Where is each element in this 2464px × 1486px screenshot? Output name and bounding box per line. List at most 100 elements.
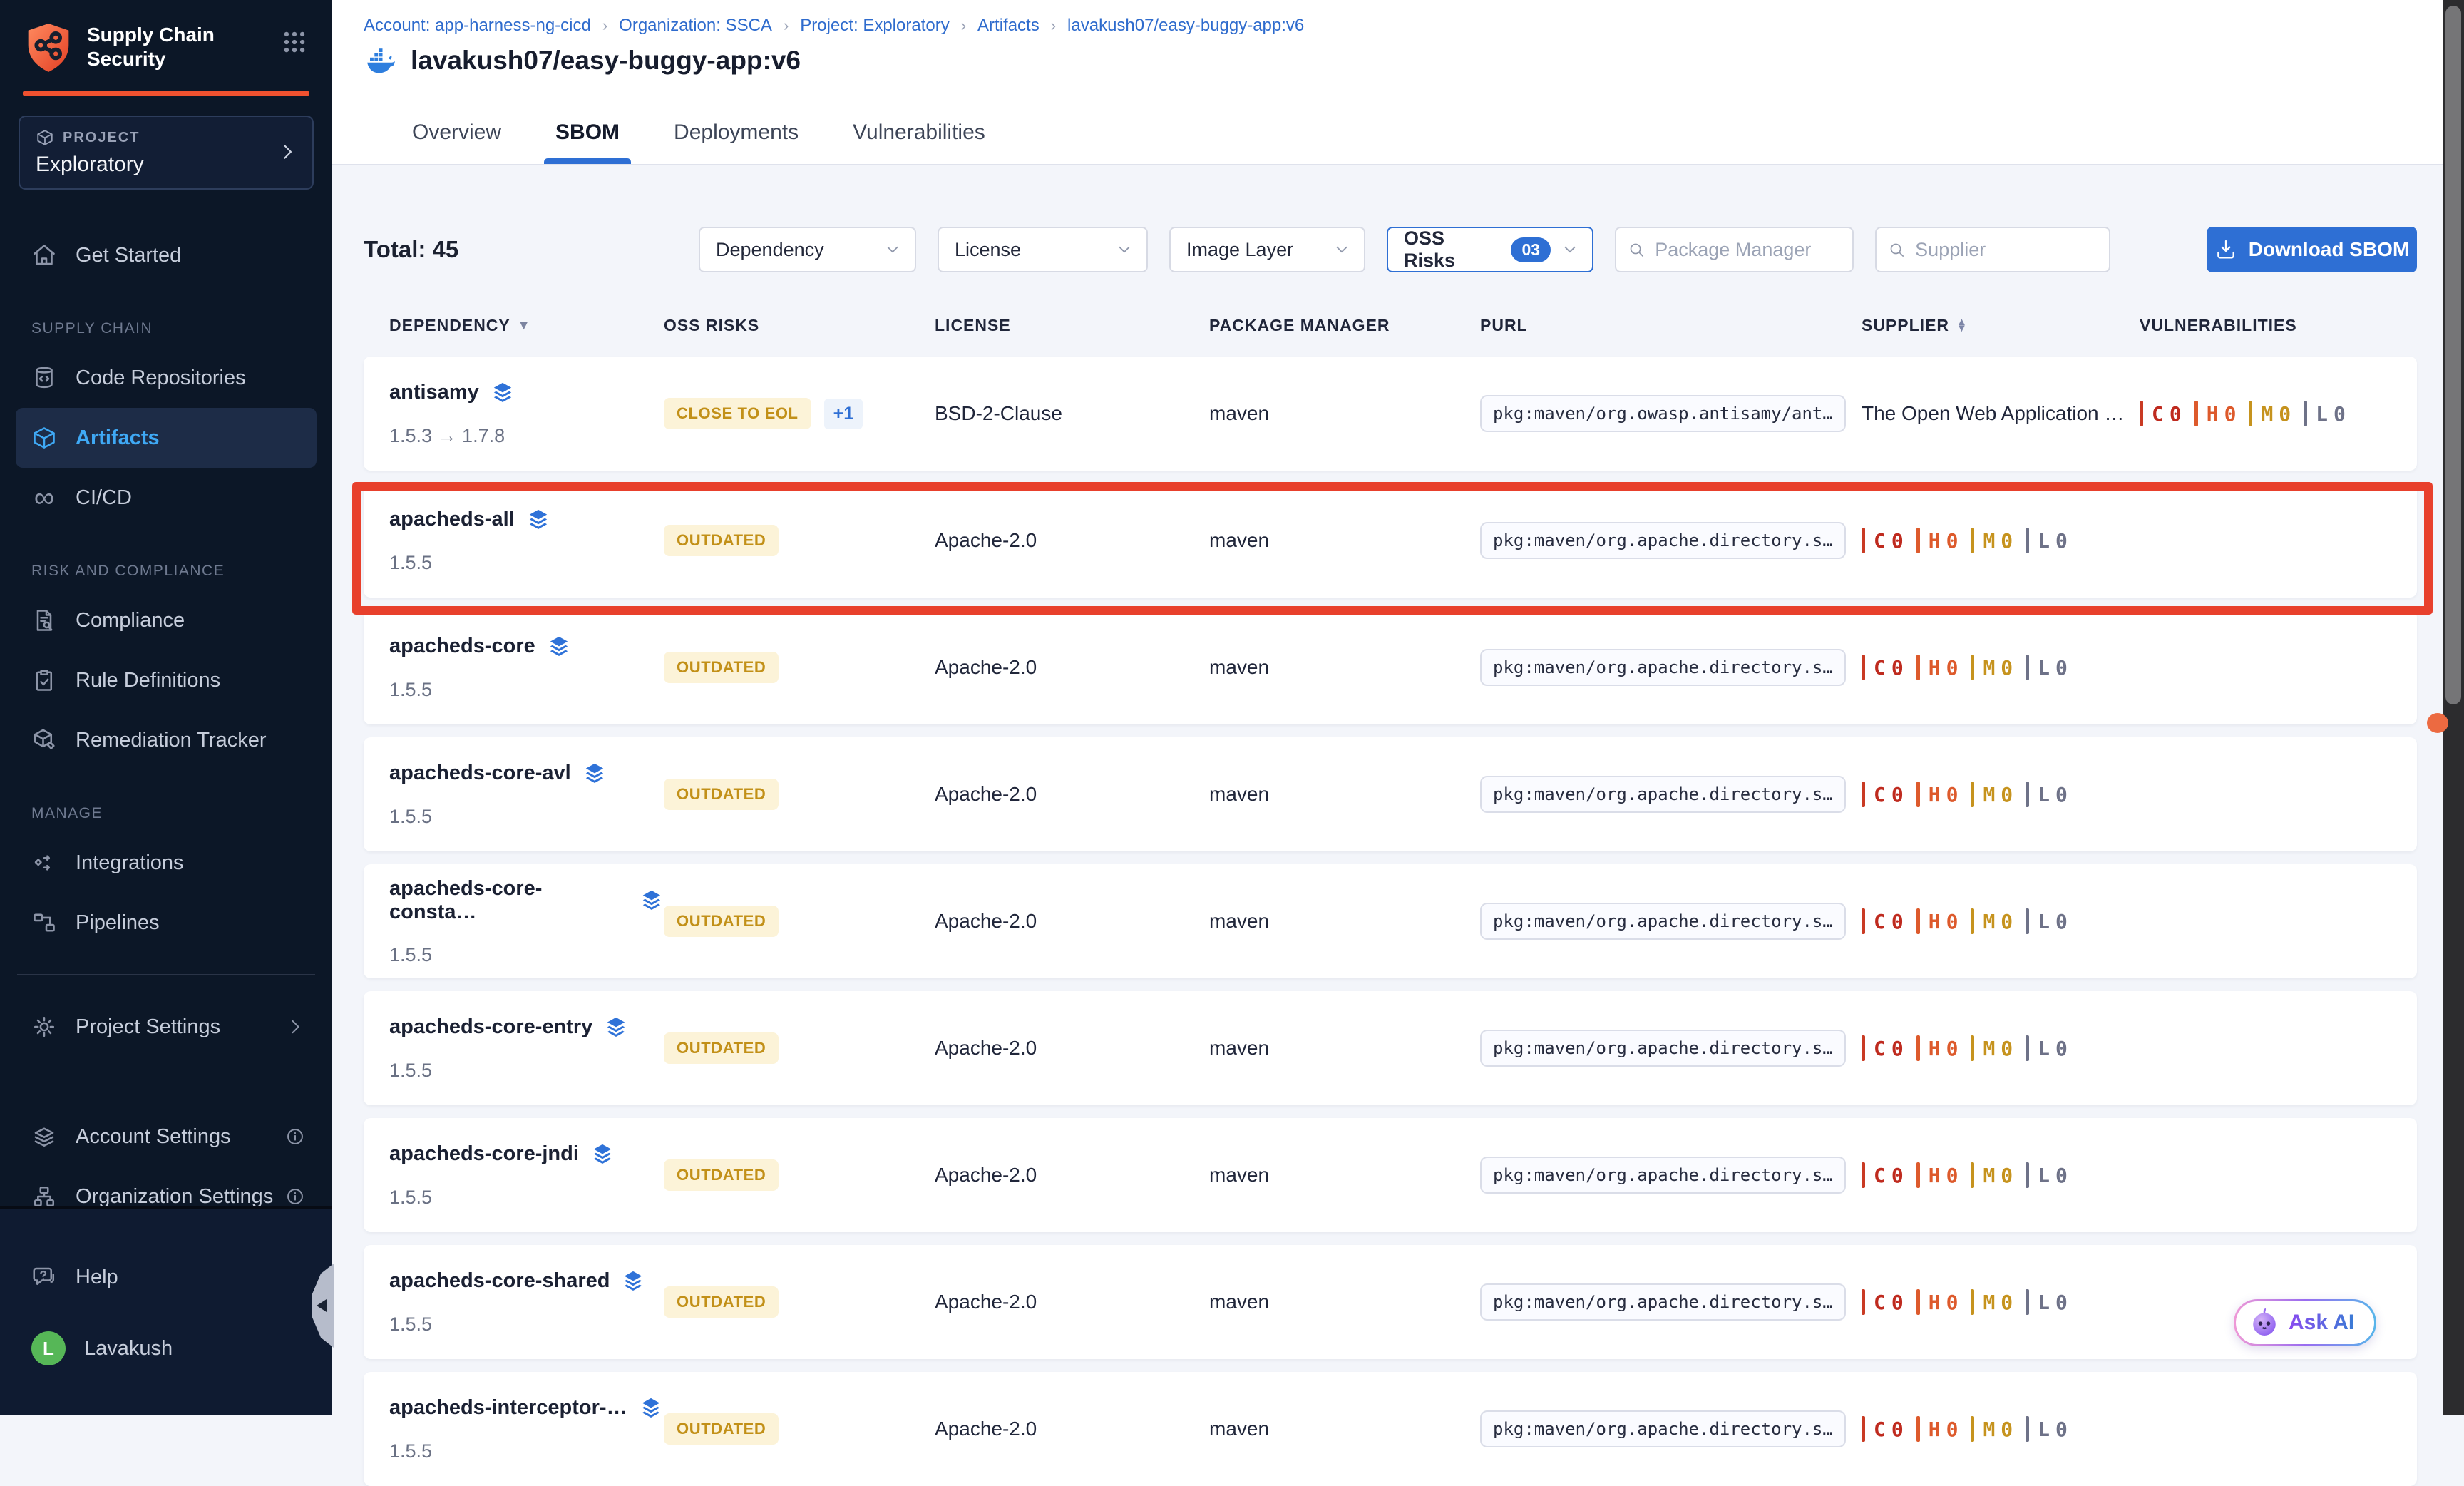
column-header-dependency[interactable]: DEPENDENCY▼: [389, 316, 664, 335]
user-name: Lavakush: [84, 1337, 173, 1361]
supplier-search-input[interactable]: [1914, 238, 2098, 262]
vulnerability-counts[interactable]: C0 H0 M0 L0: [1862, 1289, 2140, 1315]
tab-bar: Overview SBOM Deployments Vulnerabilitie…: [332, 101, 2464, 165]
pipelines-icon: [31, 910, 57, 936]
vulnerability-counts[interactable]: C0 H0 M0 L0: [2140, 401, 2417, 426]
sort-descending-icon: ▼: [518, 318, 531, 333]
table-row[interactable]: apacheds-core-entry 1.5.5 OUTDATED Apach…: [364, 991, 2417, 1105]
download-icon: [2214, 238, 2237, 261]
breadcrumb-project[interactable]: Project: Exploratory: [800, 16, 949, 36]
table-row[interactable]: apacheds-core-avl 1.5.5 OUTDATED Apache-…: [364, 737, 2417, 851]
vulnerability-counts[interactable]: C0 H0 M0 L0: [1862, 1035, 2140, 1061]
sidebar-item-label: Help: [76, 1266, 118, 1289]
sidebar-item-label: Rule Definitions: [76, 669, 220, 692]
gear-icon: [31, 1014, 57, 1040]
vulnerability-counts[interactable]: C0 H0 M0 L0: [1862, 782, 2140, 807]
package-manager-value: maven: [1209, 1291, 1480, 1313]
breadcrumb-artifacts[interactable]: Artifacts: [977, 16, 1040, 36]
purl-chip[interactable]: pkg:maven/org.apache.directory.s…: [1480, 649, 1846, 686]
purl-chip[interactable]: pkg:maven/org.apache.directory.s…: [1480, 903, 1846, 940]
tab-vulnerabilities[interactable]: Vulnerabilities: [853, 101, 985, 164]
table-row[interactable]: apacheds-core 1.5.5 OUTDATED Apache-2.0 …: [364, 610, 2417, 724]
tab-deployments[interactable]: Deployments: [674, 101, 799, 164]
purl-chip[interactable]: pkg:maven/org.apache.directory.s…: [1480, 522, 1846, 559]
scrollbar-track[interactable]: [2443, 0, 2464, 1415]
purl-chip[interactable]: pkg:maven/org.owasp.antisamy/ant…: [1480, 395, 1846, 432]
scrollbar-thumb[interactable]: [2445, 6, 2461, 704]
sidebar-item-pipelines[interactable]: Pipelines: [0, 893, 332, 953]
image-layer-filter-select[interactable]: Image Layer: [1169, 227, 1365, 272]
license-filter-select[interactable]: License: [938, 227, 1148, 272]
table-row-highlighted[interactable]: apacheds-all 1.5.5 OUTDATED Apache-2.0 m…: [364, 483, 2417, 598]
license-value: Apache-2.0: [935, 783, 1209, 806]
column-header-oss-risks: OSS RISKS: [664, 316, 935, 335]
license-value: Apache-2.0: [935, 910, 1209, 933]
sidebar-item-integrations[interactable]: Integrations: [0, 833, 332, 893]
dependency-version: 1.5.5: [389, 1440, 664, 1462]
info-icon[interactable]: [285, 1127, 305, 1147]
dependency-version: 1.5.5: [389, 1060, 664, 1082]
table-header-row: DEPENDENCY▼ OSS RISKS LICENSE PACKAGE MA…: [364, 311, 2417, 339]
column-header-supplier[interactable]: SUPPLIER ▲▼: [1862, 316, 2140, 335]
vulnerability-counts[interactable]: C0 H0 M0 L0: [1862, 655, 2140, 680]
brand-accent-bar: [23, 91, 309, 96]
purl-chip[interactable]: pkg:maven/org.apache.directory.s…: [1480, 1030, 1846, 1067]
oss-risks-filter-select[interactable]: OSS Risks 03: [1387, 227, 1593, 272]
layers-icon: [582, 762, 607, 786]
project-selector[interactable]: PROJECT Exploratory: [19, 116, 314, 190]
download-sbom-button[interactable]: Download SBOM: [2207, 227, 2417, 272]
sidebar-item-code-repositories[interactable]: Code Repositories: [0, 348, 332, 408]
sidebar-item-account-settings[interactable]: Account Settings: [0, 1107, 332, 1167]
oss-risk-more-badge[interactable]: +1: [824, 399, 863, 429]
sidebar-item-rule-definitions[interactable]: Rule Definitions: [0, 650, 332, 710]
ai-bot-icon: [2249, 1307, 2280, 1338]
orange-dot-indicator: [2427, 713, 2448, 733]
breadcrumb: Account: app-harness-ng-cicd › Organizat…: [364, 16, 2464, 36]
sidebar-item-cicd[interactable]: ∞ CI/CD: [0, 468, 332, 528]
sidebar-item-project-settings[interactable]: Project Settings: [0, 997, 332, 1057]
layers-icon: [526, 508, 550, 532]
table-row[interactable]: apacheds-interceptor-… 1.5.5 OUTDATED Ap…: [364, 1372, 2417, 1486]
sidebar-item-artifacts[interactable]: Artifacts: [16, 408, 317, 468]
info-icon[interactable]: [285, 1187, 305, 1206]
vulnerability-counts[interactable]: C0 H0 M0 L0: [1862, 908, 2140, 934]
breadcrumb-current[interactable]: lavakush07/easy-buggy-app:v6: [1067, 16, 1304, 36]
tab-sbom[interactable]: SBOM: [555, 101, 620, 164]
supplier-search: [1875, 227, 2110, 272]
purl-chip[interactable]: pkg:maven/org.apache.directory.s…: [1480, 1410, 1846, 1447]
vulnerability-counts[interactable]: C0 H0 M0 L0: [1862, 528, 2140, 553]
sidebar-item-compliance[interactable]: Compliance: [0, 590, 332, 650]
page-title: lavakush07/easy-buggy-app:v6: [411, 46, 801, 76]
sidebar-item-remediation-tracker[interactable]: Remediation Tracker: [0, 710, 332, 770]
help-chat-icon: [31, 1264, 57, 1290]
vulnerability-counts[interactable]: C0 H0 M0 L0: [1862, 1162, 2140, 1188]
table-row[interactable]: apacheds-core-consta… 1.5.5 OUTDATED Apa…: [364, 864, 2417, 978]
dependency-filter-select[interactable]: Dependency: [699, 227, 916, 272]
section-risk-and-compliance: RISK AND COMPLIANCE: [0, 552, 332, 590]
breadcrumb-organization[interactable]: Organization: SSCA: [619, 16, 772, 36]
layers-icon: [491, 381, 515, 405]
oss-risk-badge: OUTDATED: [664, 525, 779, 556]
package-manager-value: maven: [1209, 910, 1480, 933]
sidebar-item-user[interactable]: L Lavakush: [0, 1318, 332, 1378]
layers-icon: [621, 1269, 645, 1293]
search-icon: [1888, 240, 1905, 260]
layers-icon: [547, 635, 571, 659]
purl-chip[interactable]: pkg:maven/org.apache.directory.s…: [1480, 776, 1846, 813]
vulnerability-counts[interactable]: C0 H0 M0 L0: [1862, 1416, 2140, 1442]
tab-overview[interactable]: Overview: [412, 101, 501, 164]
sidebar-item-label: Organization Settings: [76, 1185, 273, 1209]
table-row[interactable]: apacheds-core-jndi 1.5.5 OUTDATED Apache…: [364, 1118, 2417, 1232]
breadcrumb-account[interactable]: Account: app-harness-ng-cicd: [364, 16, 591, 36]
table-row[interactable]: antisamy 1.5.3 → 1.7.8 CLOSE TO EOL +1 B…: [364, 357, 2417, 471]
table-row[interactable]: apacheds-core-shared 1.5.5 OUTDATED Apac…: [364, 1245, 2417, 1359]
dependency-version: 1.5.5: [389, 552, 664, 574]
sidebar-item-get-started[interactable]: Get Started: [0, 225, 332, 285]
ask-ai-button[interactable]: Ask AI: [2234, 1299, 2376, 1346]
purl-chip[interactable]: pkg:maven/org.apache.directory.s…: [1480, 1157, 1846, 1194]
sidebar-item-help[interactable]: Help: [0, 1247, 332, 1307]
code-repository-icon: [31, 365, 57, 391]
module-switcher-grid-icon[interactable]: [281, 21, 308, 56]
package-manager-search-input[interactable]: [1653, 238, 1841, 262]
purl-chip[interactable]: pkg:maven/org.apache.directory.s…: [1480, 1283, 1846, 1321]
